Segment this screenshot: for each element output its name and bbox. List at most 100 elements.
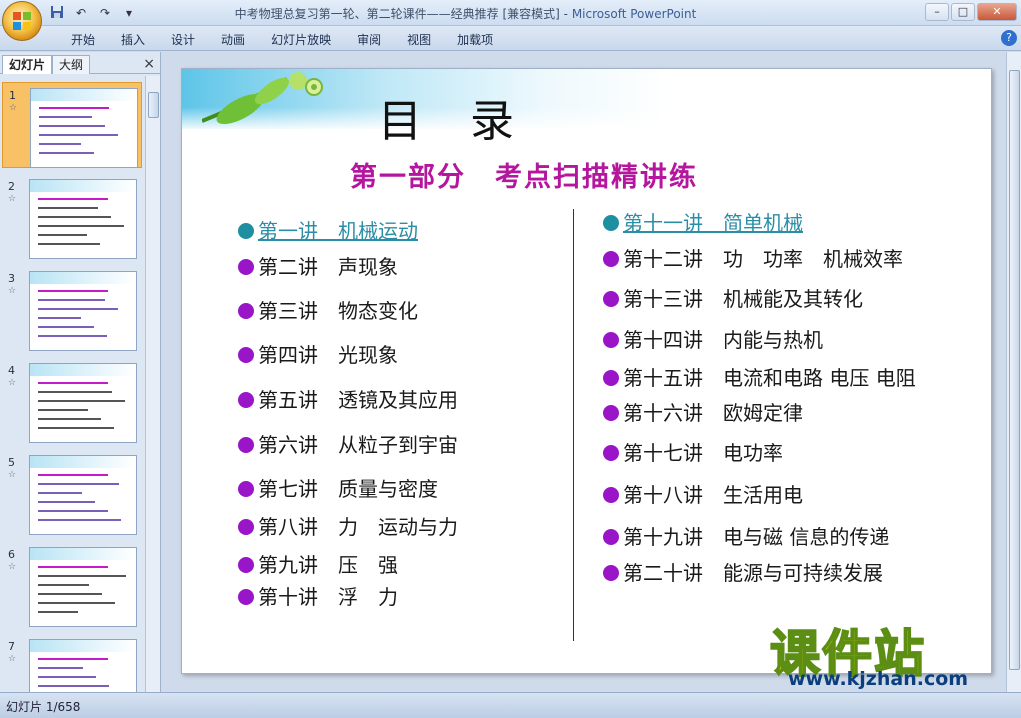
thumbnail-number: 2 [8,180,15,193]
slide-thumbnail[interactable]: 4 ☆ [2,358,142,444]
slide-thumbnail[interactable]: 2 ☆ [2,174,142,260]
toc-item: 第十五讲 电流和电路 电压 电阻 [603,362,916,391]
minimize-button[interactable]: – [925,3,949,21]
toc-item: 第九讲 压 强 [238,549,398,578]
app-name: Microsoft PowerPoint [571,7,697,21]
animation-star-icon: ☆ [8,286,17,296]
thumbnail-preview [29,271,137,351]
toc-item-label: 第三讲 物态变化 [258,299,418,323]
ribbon-tab-row: 开始 插入 设计 动画 幻灯片放映 审阅 视图 加载项 ? [0,26,1021,51]
tab-outline[interactable]: 大纲 [52,55,91,74]
scrollbar-thumb[interactable] [148,92,159,118]
toc-link-item[interactable]: 第一讲 机械运动 [238,215,418,244]
office-button[interactable] [2,1,42,41]
bullet-icon [238,223,254,239]
thumbnail-preview [29,639,137,692]
ribbon-tab-0[interactable]: 开始 [58,31,108,48]
slide-thumbnail[interactable]: 1 ☆ [2,82,142,168]
bullet-icon [603,445,619,461]
thumbnail-number: 5 [8,456,15,469]
thumbnail-number: 7 [8,640,15,653]
ribbon-tab-3[interactable]: 动画 [208,31,258,48]
toc-item-label: 第八讲 力 运动与力 [258,515,458,539]
animation-star-icon: ☆ [8,378,17,388]
close-pane-icon[interactable]: × [143,56,155,72]
toc-item-label: 第十三讲 机械能及其转化 [623,287,863,311]
watermark-url: www.kjzhan.com [788,668,969,690]
window-title: 中考物理总复习第一轮、第二轮课件——经典推荐 [兼容模式] - Microsof… [0,5,931,22]
toc-link-item[interactable]: 第十一讲 简单机械 [603,207,803,236]
quick-access-toolbar: ↶ ↷ ▾ [48,4,138,22]
editor-scrollbar-thumb[interactable] [1009,70,1020,670]
toc-item-label: 第十五讲 电流和电路 电压 电阻 [623,366,916,390]
bullet-icon [603,565,619,581]
animation-star-icon: ☆ [9,103,18,113]
toc-item-label: 第十六讲 欧姆定律 [623,401,803,425]
editor-scrollbar[interactable] [1006,52,1021,692]
toc-item-label: 第十七讲 电功率 [623,441,783,465]
bullet-icon [603,405,619,421]
ribbon-tab-5[interactable]: 审阅 [344,31,394,48]
bullet-icon [238,437,254,453]
toc-item-label: 第十八讲 生活用电 [623,483,803,507]
animation-star-icon: ☆ [8,654,17,664]
toc-item: 第十二讲 功 功率 机械效率 [603,243,903,272]
help-icon[interactable]: ? [1001,30,1017,46]
toc-item: 第三讲 物态变化 [238,295,418,324]
tab-slides[interactable]: 幻灯片 [2,55,53,74]
slide-thumbnail[interactable]: 5 ☆ [2,450,142,536]
bullet-icon [238,519,254,535]
ribbon-tab-6[interactable]: 视图 [394,31,444,48]
toc-item: 第六讲 从粒子到宇宙 [238,429,458,458]
thumbnail-preview [29,547,137,627]
bullet-icon [603,529,619,545]
toc-item-label: 第九讲 压 强 [258,553,398,577]
bullet-icon [238,259,254,275]
ribbon-tab-2[interactable]: 设计 [158,31,208,48]
title-bar: 中考物理总复习第一轮、第二轮课件——经典推荐 [兼容模式] - Microsof… [0,0,1021,26]
toc-item: 第十三讲 机械能及其转化 [603,283,863,312]
redo-icon[interactable]: ↷ [96,5,114,21]
slide-thumbnail[interactable]: 3 ☆ [2,266,142,352]
bullet-icon [603,215,619,231]
ribbon-tab-7[interactable]: 加载项 [444,31,506,48]
toc-item-label: 第六讲 从粒子到宇宙 [258,433,458,457]
slide-canvas[interactable]: 目录 第一部分 考点扫描精讲练 第一讲 机械运动 第二讲 声现象 第三讲 物态变化第… [181,68,992,674]
pane-tabs: 幻灯片 大纲 × [0,54,161,74]
toc-item: 第二十讲 能源与可持续发展 [603,557,883,586]
toc-item: 第十四讲 内能与热机 [603,324,823,353]
thumbnail-preview [29,363,137,443]
thumbnail-number: 1 [9,89,16,102]
toc-item-label: 第二讲 声现象 [258,255,398,279]
close-button[interactable]: ✕ [977,3,1017,21]
toc-item: 第十七讲 电功率 [603,437,783,466]
bullet-icon [238,589,254,605]
thumbnail-list: 1 ☆ 2 ☆ 3 ☆ 4 ☆ 5 ☆ 6 ☆ 7 ☆ [0,76,145,692]
save-icon[interactable] [48,5,66,21]
maximize-button[interactable]: □ [951,3,975,21]
ribbon-tab-1[interactable]: 插入 [108,31,158,48]
slide-thumbnail[interactable]: 7 ☆ [2,634,142,692]
slide-counter: 幻灯片 1/658 [6,700,81,714]
ribbon-tab-4[interactable]: 幻灯片放映 [258,31,344,48]
bullet-icon [238,347,254,363]
bullet-icon [238,303,254,319]
slide-thumbnail[interactable]: 6 ☆ [2,542,142,628]
bullet-icon [603,251,619,267]
undo-icon[interactable]: ↶ [72,5,90,21]
bullet-icon [603,332,619,348]
toc-item: 第八讲 力 运动与力 [238,511,458,540]
slide-subtitle: 第一部分 考点扫描精讲练 [350,162,698,193]
toc-item-label: 第十二讲 功 功率 机械效率 [623,247,903,271]
toc-item: 第二讲 声现象 [238,251,398,280]
bullet-icon [603,370,619,386]
bullet-icon [238,392,254,408]
toc-item: 第十六讲 欧姆定律 [603,397,803,426]
thumbnail-scrollbar[interactable] [145,76,160,692]
toc-item-label: 第七讲 质量与密度 [258,477,438,501]
thumbnail-number: 6 [8,548,15,561]
dropdown-icon[interactable]: ▾ [120,5,138,21]
toc-item-label: 第四讲 光现象 [258,343,398,367]
toc-item: 第七讲 质量与密度 [238,473,438,502]
ribbon-tabs: 开始 插入 设计 动画 幻灯片放映 审阅 视图 加载项 [58,31,506,48]
